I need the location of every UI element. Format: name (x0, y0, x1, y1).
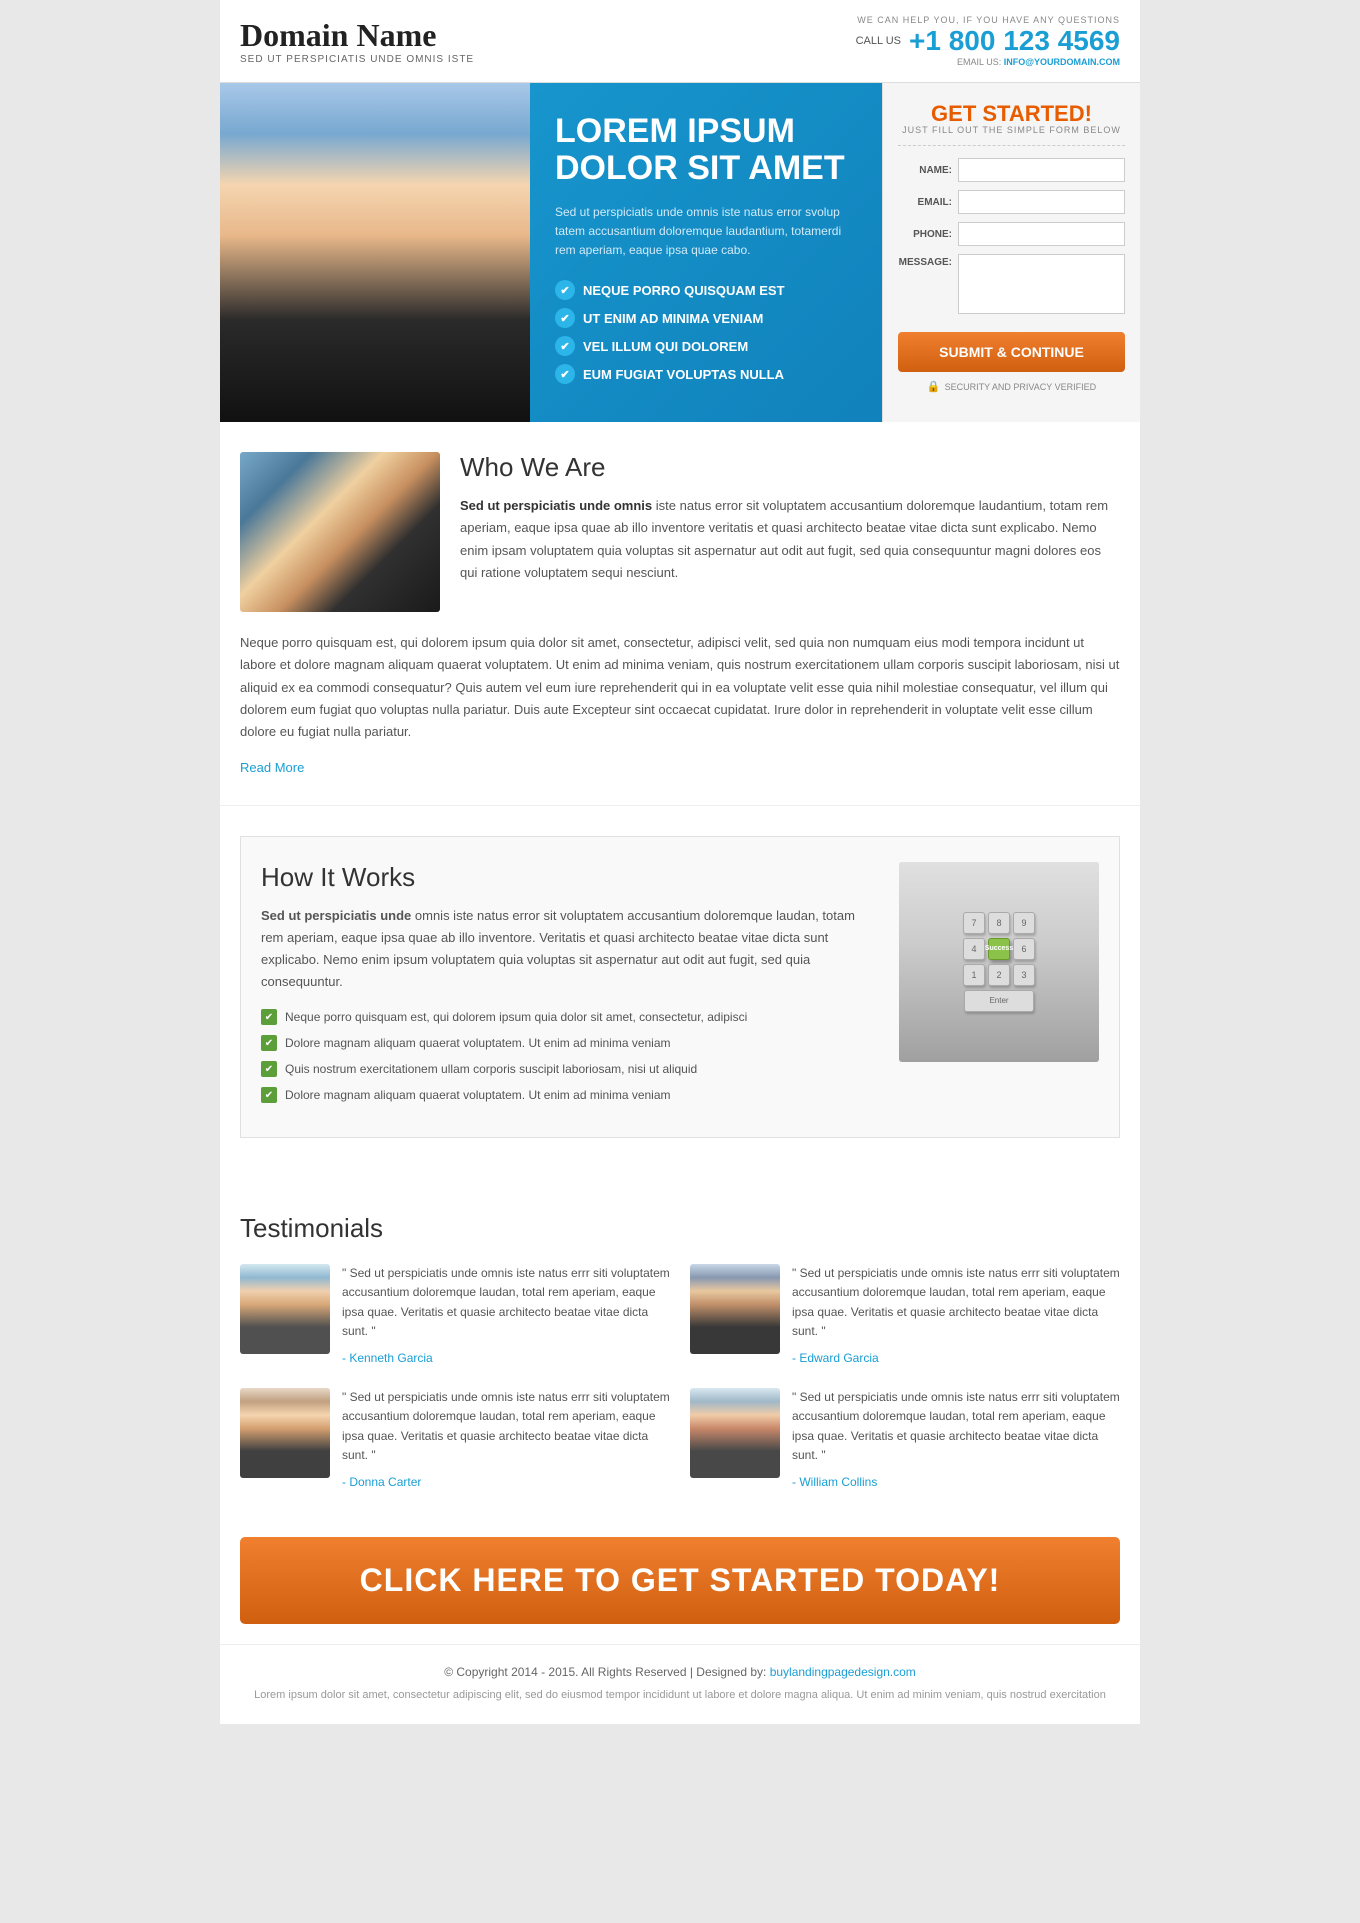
footer-copyright: © Copyright 2014 - 2015. All Rights Rese… (240, 1665, 1120, 1679)
who-we-are-top: Who We Are Sed ut perspiciatis unde omni… (240, 452, 1120, 612)
logo-area: Domain Name SED UT PERSPICIATIS UNDE OMN… (240, 17, 474, 65)
testimonial-author-3: - Donna Carter (342, 1473, 670, 1492)
how-heading: How It Works (261, 862, 879, 893)
testimonials-section: Testimonials " Sed ut perspiciatis unde … (220, 1188, 1140, 1517)
footer: © Copyright 2014 - 2015. All Rights Rese… (220, 1644, 1140, 1724)
testimonial-photo-1 (240, 1264, 330, 1354)
testimonial-text-2: " Sed ut perspiciatis unde omnis iste na… (792, 1264, 1120, 1368)
keyboard-placeholder: 7 8 9 4 Success 6 1 2 (899, 862, 1099, 1062)
testimonial-photo-3 (240, 1388, 330, 1478)
message-row: MESSAGE: (898, 254, 1125, 314)
testimonial-author-1: - Kenneth Garcia (342, 1349, 670, 1368)
how-list: ✔ Neque porro quisquam est, qui dolorem … (261, 1008, 879, 1104)
who-para2: Neque porro quisquam est, qui dolorem ip… (240, 632, 1120, 742)
success-key: Success (988, 938, 1010, 960)
testimonial-author-4: - William Collins (792, 1473, 1120, 1492)
phone-row: PHONE: (898, 222, 1125, 246)
form-subtitle: JUST FILL OUT THE SIMPLE FORM BELOW (898, 125, 1125, 146)
call-us-label: CALL US (856, 35, 901, 47)
how-check-3: ✔ (261, 1061, 277, 1077)
phone-number: +1 800 123 4569 (909, 25, 1120, 57)
read-more-link[interactable]: Read More (240, 760, 304, 775)
hero-heading: LOREM IPSUM DOLOR SIT AMET (555, 113, 857, 188)
checklist-item-3: ✔ VEL ILLUM QUI DOLOREM (555, 336, 857, 356)
form-title: GET STARTED! (898, 103, 1125, 125)
testimonial-1: " Sed ut perspiciatis unde omnis iste na… (240, 1264, 670, 1368)
hero-section: LOREM IPSUM DOLOR SIT AMET Sed ut perspi… (220, 83, 1140, 422)
checklist-item-4: ✔ EUM FUGIAT VOLUPTAS NULLA (555, 364, 857, 384)
how-list-item-4: ✔ Dolore magnam aliquam quaerat voluptat… (261, 1086, 879, 1104)
phone-label: PHONE: (898, 229, 958, 240)
get-started-form: GET STARTED! JUST FILL OUT THE SIMPLE FO… (882, 83, 1140, 422)
message-label: MESSAGE: (898, 254, 958, 268)
testimonial-text-4: " Sed ut perspiciatis unde omnis iste na… (792, 1388, 1120, 1492)
domain-name: Domain Name (240, 17, 474, 54)
check-icon-1: ✔ (555, 280, 575, 300)
footer-desc: Lorem ipsum dolor sit amet, consectetur … (240, 1687, 1120, 1704)
testimonials-grid: " Sed ut perspiciatis unde omnis iste na… (240, 1264, 1120, 1492)
testimonial-3: " Sed ut perspiciatis unde omnis iste na… (240, 1388, 670, 1492)
email-row: EMAIL: (898, 190, 1125, 214)
testimonial-text-3: " Sed ut perspiciatis unde omnis iste na… (342, 1388, 670, 1492)
how-it-works-section: How It Works Sed ut perspiciatis unde om… (220, 806, 1140, 1188)
who-para1: Sed ut perspiciatis unde omnis iste natu… (460, 495, 1120, 583)
how-para: Sed ut perspiciatis unde omnis iste natu… (261, 905, 879, 993)
testimonial-author-2: - Edward Garcia (792, 1349, 1120, 1368)
who-we-are-section: Who We Are Sed ut perspiciatis unde omni… (220, 422, 1140, 805)
hero-description: Sed ut perspiciatis unde omnis iste natu… (555, 203, 857, 261)
hero-image (220, 83, 530, 422)
email-link[interactable]: info@yourdomain.com (1004, 57, 1120, 67)
how-list-item-2: ✔ Dolore magnam aliquam quaerat voluptat… (261, 1034, 879, 1052)
testimonials-heading: Testimonials (240, 1213, 1120, 1244)
who-full-text: Neque porro quisquam est, qui dolorem ip… (240, 632, 1120, 742)
name-input[interactable] (958, 158, 1125, 182)
testimonial-text-1: " Sed ut perspiciatis unde omnis iste na… (342, 1264, 670, 1368)
testimonial-photo-2 (690, 1264, 780, 1354)
name-row: NAME: (898, 158, 1125, 182)
how-check-2: ✔ (261, 1035, 277, 1051)
testimonial-4: " Sed ut perspiciatis unde omnis iste na… (690, 1388, 1120, 1492)
header: Domain Name SED UT PERSPICIATIS UNDE OMN… (220, 0, 1140, 83)
check-icon-2: ✔ (555, 308, 575, 328)
lock-icon: 🔒 (927, 380, 941, 393)
team-photo (240, 452, 440, 612)
how-list-item-1: ✔ Neque porro quisquam est, qui dolorem … (261, 1008, 879, 1026)
how-keyboard-image: 7 8 9 4 Success 6 1 2 (899, 862, 1099, 1062)
phone-input[interactable] (958, 222, 1125, 246)
email-label: EMAIL: (898, 197, 958, 208)
how-it-works-box: How It Works Sed ut perspiciatis unde om… (240, 836, 1120, 1138)
how-inner: How It Works Sed ut perspiciatis unde om… (261, 862, 1099, 1112)
designer-link[interactable]: buylandingpagedesign.com (770, 1665, 916, 1679)
hero-checklist: ✔ NEQUE PORRO QUISQUAM EST ✔ UT ENIM AD … (555, 280, 857, 384)
hero-content: LOREM IPSUM DOLOR SIT AMET Sed ut perspi… (530, 83, 882, 422)
how-check-4: ✔ (261, 1087, 277, 1103)
who-heading: Who We Are (460, 452, 1120, 483)
tagline: SED UT PERSPICIATIS UNDE OMNIS ISTE (240, 54, 474, 65)
who-text: Who We Are Sed ut perspiciatis unde omni… (460, 452, 1120, 612)
message-textarea[interactable] (958, 254, 1125, 314)
name-label: NAME: (898, 165, 958, 176)
email-line: EMAIL US: info@yourdomain.com (856, 57, 1120, 67)
testimonial-photo-4 (690, 1388, 780, 1478)
submit-button[interactable]: SUBMIT & CONTINUE (898, 332, 1125, 372)
cta-banner[interactable]: CLICK HERE TO GET STARTED TODAY! (240, 1537, 1120, 1624)
checklist-item-2: ✔ UT ENIM AD MINIMA VENIAM (555, 308, 857, 328)
how-list-item-3: ✔ Quis nostrum exercitationem ullam corp… (261, 1060, 879, 1078)
hero-woman-photo (220, 83, 530, 422)
how-check-1: ✔ (261, 1009, 277, 1025)
security-line: 🔒 SECURITY AND PRIVACY VERIFIED (898, 380, 1125, 393)
check-icon-4: ✔ (555, 364, 575, 384)
cta-text: CLICK HERE TO GET STARTED TODAY! (265, 1562, 1095, 1599)
check-icon-3: ✔ (555, 336, 575, 356)
how-content: How It Works Sed ut perspiciatis unde om… (261, 862, 879, 1112)
contact-area: WE CAN HELP YOU, IF YOU HAVE ANY QUESTIO… (856, 15, 1120, 67)
testimonial-2: " Sed ut perspiciatis unde omnis iste na… (690, 1264, 1120, 1368)
we-can-help-text: WE CAN HELP YOU, IF YOU HAVE ANY QUESTIO… (856, 15, 1120, 25)
checklist-item-1: ✔ NEQUE PORRO QUISQUAM EST (555, 280, 857, 300)
email-input[interactable] (958, 190, 1125, 214)
